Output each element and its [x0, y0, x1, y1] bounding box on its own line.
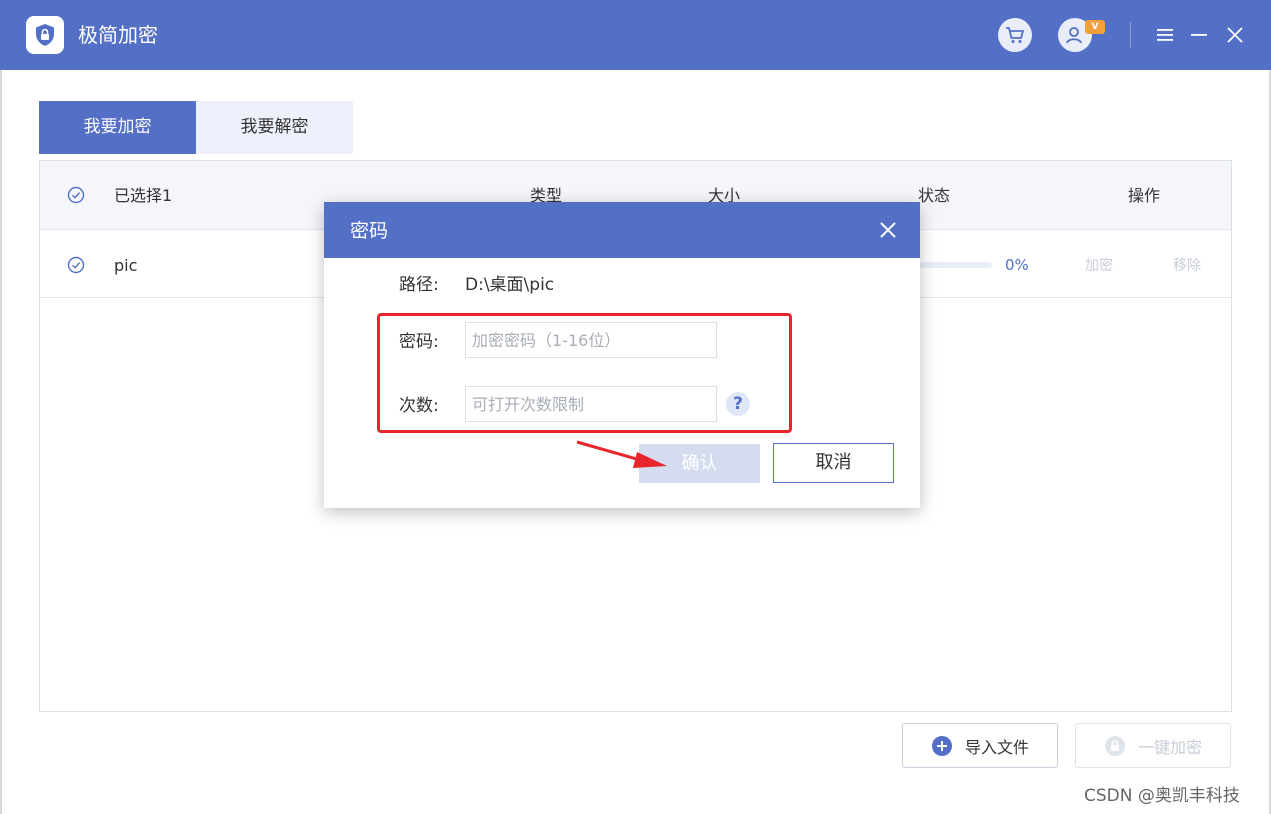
password-input[interactable]: [465, 322, 717, 358]
plus-circle-icon: [931, 735, 952, 756]
title-bar: 极简加密 V: [0, 0, 1271, 70]
progress-percent: 0%: [1005, 256, 1029, 274]
app-title: 极简加密: [78, 23, 158, 47]
tab-encrypt[interactable]: 我要加密: [39, 101, 196, 154]
import-file-button[interactable]: 导入文件: [902, 723, 1058, 768]
password-label: 密码:: [399, 332, 439, 352]
open-count-input[interactable]: [465, 386, 717, 422]
titlebar-divider: [1130, 22, 1131, 48]
watermark: CSDN @奥凯丰科技: [1084, 786, 1240, 806]
vip-badge: V: [1085, 20, 1105, 34]
cart-icon[interactable]: [998, 18, 1032, 52]
path-label: 路径:: [399, 275, 439, 295]
progress-bar: [920, 262, 992, 268]
menu-icon[interactable]: [1152, 22, 1178, 48]
import-file-label: 导入文件: [964, 737, 1029, 757]
annotation-arrow-icon: [576, 440, 667, 468]
help-icon[interactable]: ?: [726, 392, 750, 416]
row-remove-link[interactable]: 移除: [1173, 256, 1201, 276]
minimize-icon[interactable]: [1186, 22, 1212, 48]
actions-column-header: 操作: [1128, 186, 1161, 205]
path-value: D:\桌面\pic: [465, 275, 555, 295]
dialog-header: 密码: [324, 202, 920, 258]
encrypt-all-label: 一键加密: [1137, 737, 1202, 757]
shield-lock-icon: [26, 16, 64, 54]
row-encrypt-link[interactable]: 加密: [1085, 256, 1113, 276]
encrypt-all-button[interactable]: 一键加密: [1075, 723, 1231, 768]
tab-decrypt[interactable]: 我要解密: [196, 101, 353, 154]
select-all-checkbox-icon[interactable]: [67, 186, 85, 204]
lock-circle-icon: [1104, 735, 1125, 756]
close-icon[interactable]: [1222, 22, 1248, 48]
row-checkbox-icon[interactable]: [67, 256, 85, 274]
file-name: pic: [114, 256, 138, 275]
dialog-title: 密码: [350, 220, 389, 242]
window-border-left: [0, 70, 2, 814]
cancel-button[interactable]: 取消: [773, 443, 894, 483]
dialog-close-icon[interactable]: [876, 218, 900, 242]
count-label: 次数:: [399, 396, 439, 416]
selected-count-header: 已选择1: [114, 186, 173, 205]
status-column-header: 状态: [918, 186, 951, 205]
